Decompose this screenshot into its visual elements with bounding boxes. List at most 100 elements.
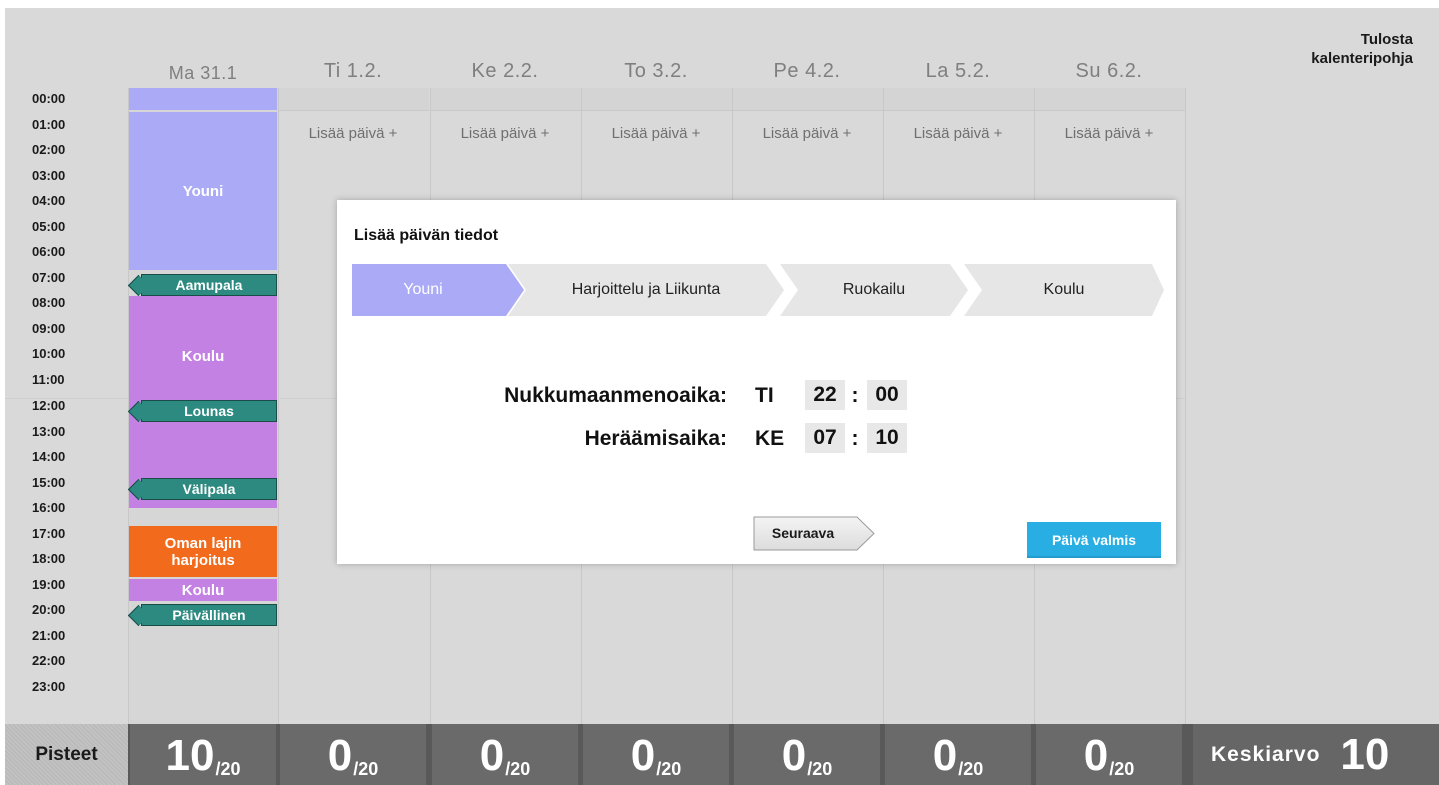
hour-label: 15:00 — [32, 475, 66, 490]
score-max: /20 — [656, 759, 682, 779]
meal-label: Päivällinen — [172, 607, 246, 623]
add-day-button-tue[interactable]: Lisää päivä + — [278, 125, 428, 142]
bedtime-label: Nukkumaanmenoaika: — [504, 384, 727, 407]
print-link-line1: Tulosta — [1360, 31, 1413, 48]
sleep-event-label: Youni — [182, 182, 224, 200]
hour-label: 05:00 — [32, 219, 66, 234]
hour-label: 14:00 — [32, 449, 66, 464]
hour-label: 21:00 — [32, 628, 66, 643]
hour-label: 22:00 — [32, 653, 66, 668]
day-done-button[interactable]: Päivä valmis — [1027, 522, 1161, 558]
meal-label: Aamupala — [175, 277, 243, 293]
time-separator: : — [851, 384, 859, 407]
score-max: /20 — [958, 759, 984, 779]
score-wed: 0/20 — [432, 724, 578, 785]
score-value: 0 — [1083, 731, 1109, 780]
meal-marker-dinner[interactable]: Päivällinen — [127, 604, 277, 627]
hour-label: 07:00 — [32, 270, 66, 285]
score-max: /20 — [807, 759, 833, 779]
hour-label: 02:00 — [32, 142, 66, 157]
day-header-sat: La 5.2. — [925, 60, 991, 82]
day-header-wed: Ke 2.2. — [471, 60, 539, 82]
bedtime-minute-input[interactable]: 00 — [867, 380, 907, 410]
hour-label: 01:00 — [32, 117, 66, 132]
meal-label: Lounas — [184, 403, 234, 419]
hour-label: 17:00 — [32, 526, 66, 541]
hour-label: 12:00 — [32, 398, 66, 413]
school-evening-event[interactable]: Koulu — [129, 579, 277, 601]
hour-label: 08:00 — [32, 295, 66, 310]
day-header-thu: To 3.2. — [624, 60, 688, 82]
score-value: 0 — [932, 731, 958, 780]
day-header-tue: Ti 1.2. — [323, 60, 383, 82]
score-mon: 10/20 — [130, 724, 276, 785]
bedtime-day: TI — [755, 384, 774, 407]
hour-label: 03:00 — [32, 168, 66, 183]
score-sat: 0/20 — [885, 724, 1031, 785]
score-value: 0 — [630, 731, 656, 780]
add-day-button-sat[interactable]: Lisää päivä + — [883, 125, 1033, 142]
add-day-button-thu[interactable]: Lisää päivä + — [581, 125, 731, 142]
hour-label: 10:00 — [32, 346, 66, 361]
calendar-app: Ma 31.1 Ti 1.2. Ke 2.2. To 3.2. Pe 4.2. … — [5, 8, 1439, 785]
score-value: 0 — [781, 731, 807, 780]
day-header-mon: Ma 31.1 — [168, 63, 238, 83]
school-evening-event-label: Koulu — [181, 581, 225, 599]
score-value: 0 — [327, 731, 353, 780]
meal-marker-snack[interactable]: Välipala — [127, 478, 277, 501]
wakeup-day: KE — [755, 427, 785, 450]
wakeup-label: Heräämisaika: — [584, 427, 727, 450]
bedtime-hour-input[interactable]: 22 — [805, 380, 845, 410]
score-tue: 0/20 — [280, 724, 426, 785]
average-box: Keskiarvo 10 — [1193, 724, 1439, 785]
add-day-button-fri[interactable]: Lisää päivä + — [732, 125, 882, 142]
score-sun: 0/20 — [1036, 724, 1182, 785]
score-value: 0 — [479, 731, 505, 780]
time-separator: : — [851, 427, 859, 450]
meal-marker-breakfast[interactable]: Aamupala — [127, 274, 277, 297]
hour-label: 16:00 — [32, 500, 66, 515]
day-header-fri: Pe 4.2. — [773, 60, 841, 82]
next-button-label: Seuraava — [771, 525, 835, 541]
step-tab-school[interactable]: Koulu — [964, 264, 1164, 316]
hour-label: 09:00 — [32, 321, 66, 336]
hour-label: 11:00 — [32, 372, 65, 387]
calendar-right-border — [1185, 88, 1186, 724]
wakeup-minute-input[interactable]: 10 — [867, 423, 907, 453]
step-label: Ruokailu — [842, 281, 906, 298]
sleep-event-top[interactable] — [129, 88, 277, 110]
step-tab-meals[interactable]: Ruokailu — [780, 264, 968, 316]
print-link-line2: kalenteripohja — [1311, 50, 1413, 67]
school-event-label: Koulu — [181, 348, 225, 365]
hour-label: 20:00 — [32, 602, 66, 617]
hour-label: 13:00 — [32, 424, 66, 439]
add-day-button-wed[interactable]: Lisää päivä + — [430, 125, 580, 142]
training-event[interactable]: Oman lajin harjoitus — [129, 526, 277, 577]
score-footer: Pisteet 10/20 0/20 0/20 0/20 0/20 0/20 0… — [5, 724, 1439, 785]
sleep-event[interactable]: Youni — [129, 112, 277, 270]
hour-label: 23:00 — [32, 679, 66, 694]
score-value: 10 — [165, 731, 215, 780]
day-header-sun: Su 6.2. — [1075, 60, 1143, 82]
print-calendar-link[interactable]: Tulosta kalenteripohja — [1311, 30, 1413, 68]
hour-label: 06:00 — [32, 244, 66, 259]
step-tab-sleep[interactable]: Youni — [352, 264, 524, 316]
average-label: Keskiarvo — [1211, 742, 1321, 766]
score-max: /20 — [353, 759, 379, 779]
wakeup-hour-input[interactable]: 07 — [805, 423, 845, 453]
step-label: Koulu — [1043, 281, 1085, 298]
score-max: /20 — [215, 759, 241, 779]
step-label: Youni — [403, 281, 443, 298]
score-thu: 0/20 — [583, 724, 729, 785]
step-tab-training[interactable]: Harjoittelu ja Liikunta — [508, 264, 784, 316]
meal-marker-lunch[interactable]: Lounas — [127, 400, 277, 423]
hour-label: 04:00 — [32, 193, 66, 208]
add-day-button-sun[interactable]: Lisää päivä + — [1034, 125, 1184, 142]
training-event-label: Oman lajin harjoitus — [164, 534, 242, 569]
score-fri: 0/20 — [734, 724, 880, 785]
score-max: /20 — [1109, 759, 1135, 779]
meal-label: Välipala — [182, 481, 236, 497]
hour-label: 00:00 — [32, 91, 66, 106]
points-label: Pisteet — [5, 724, 128, 785]
dialog-title: Lisää päivän tiedot — [354, 227, 499, 244]
